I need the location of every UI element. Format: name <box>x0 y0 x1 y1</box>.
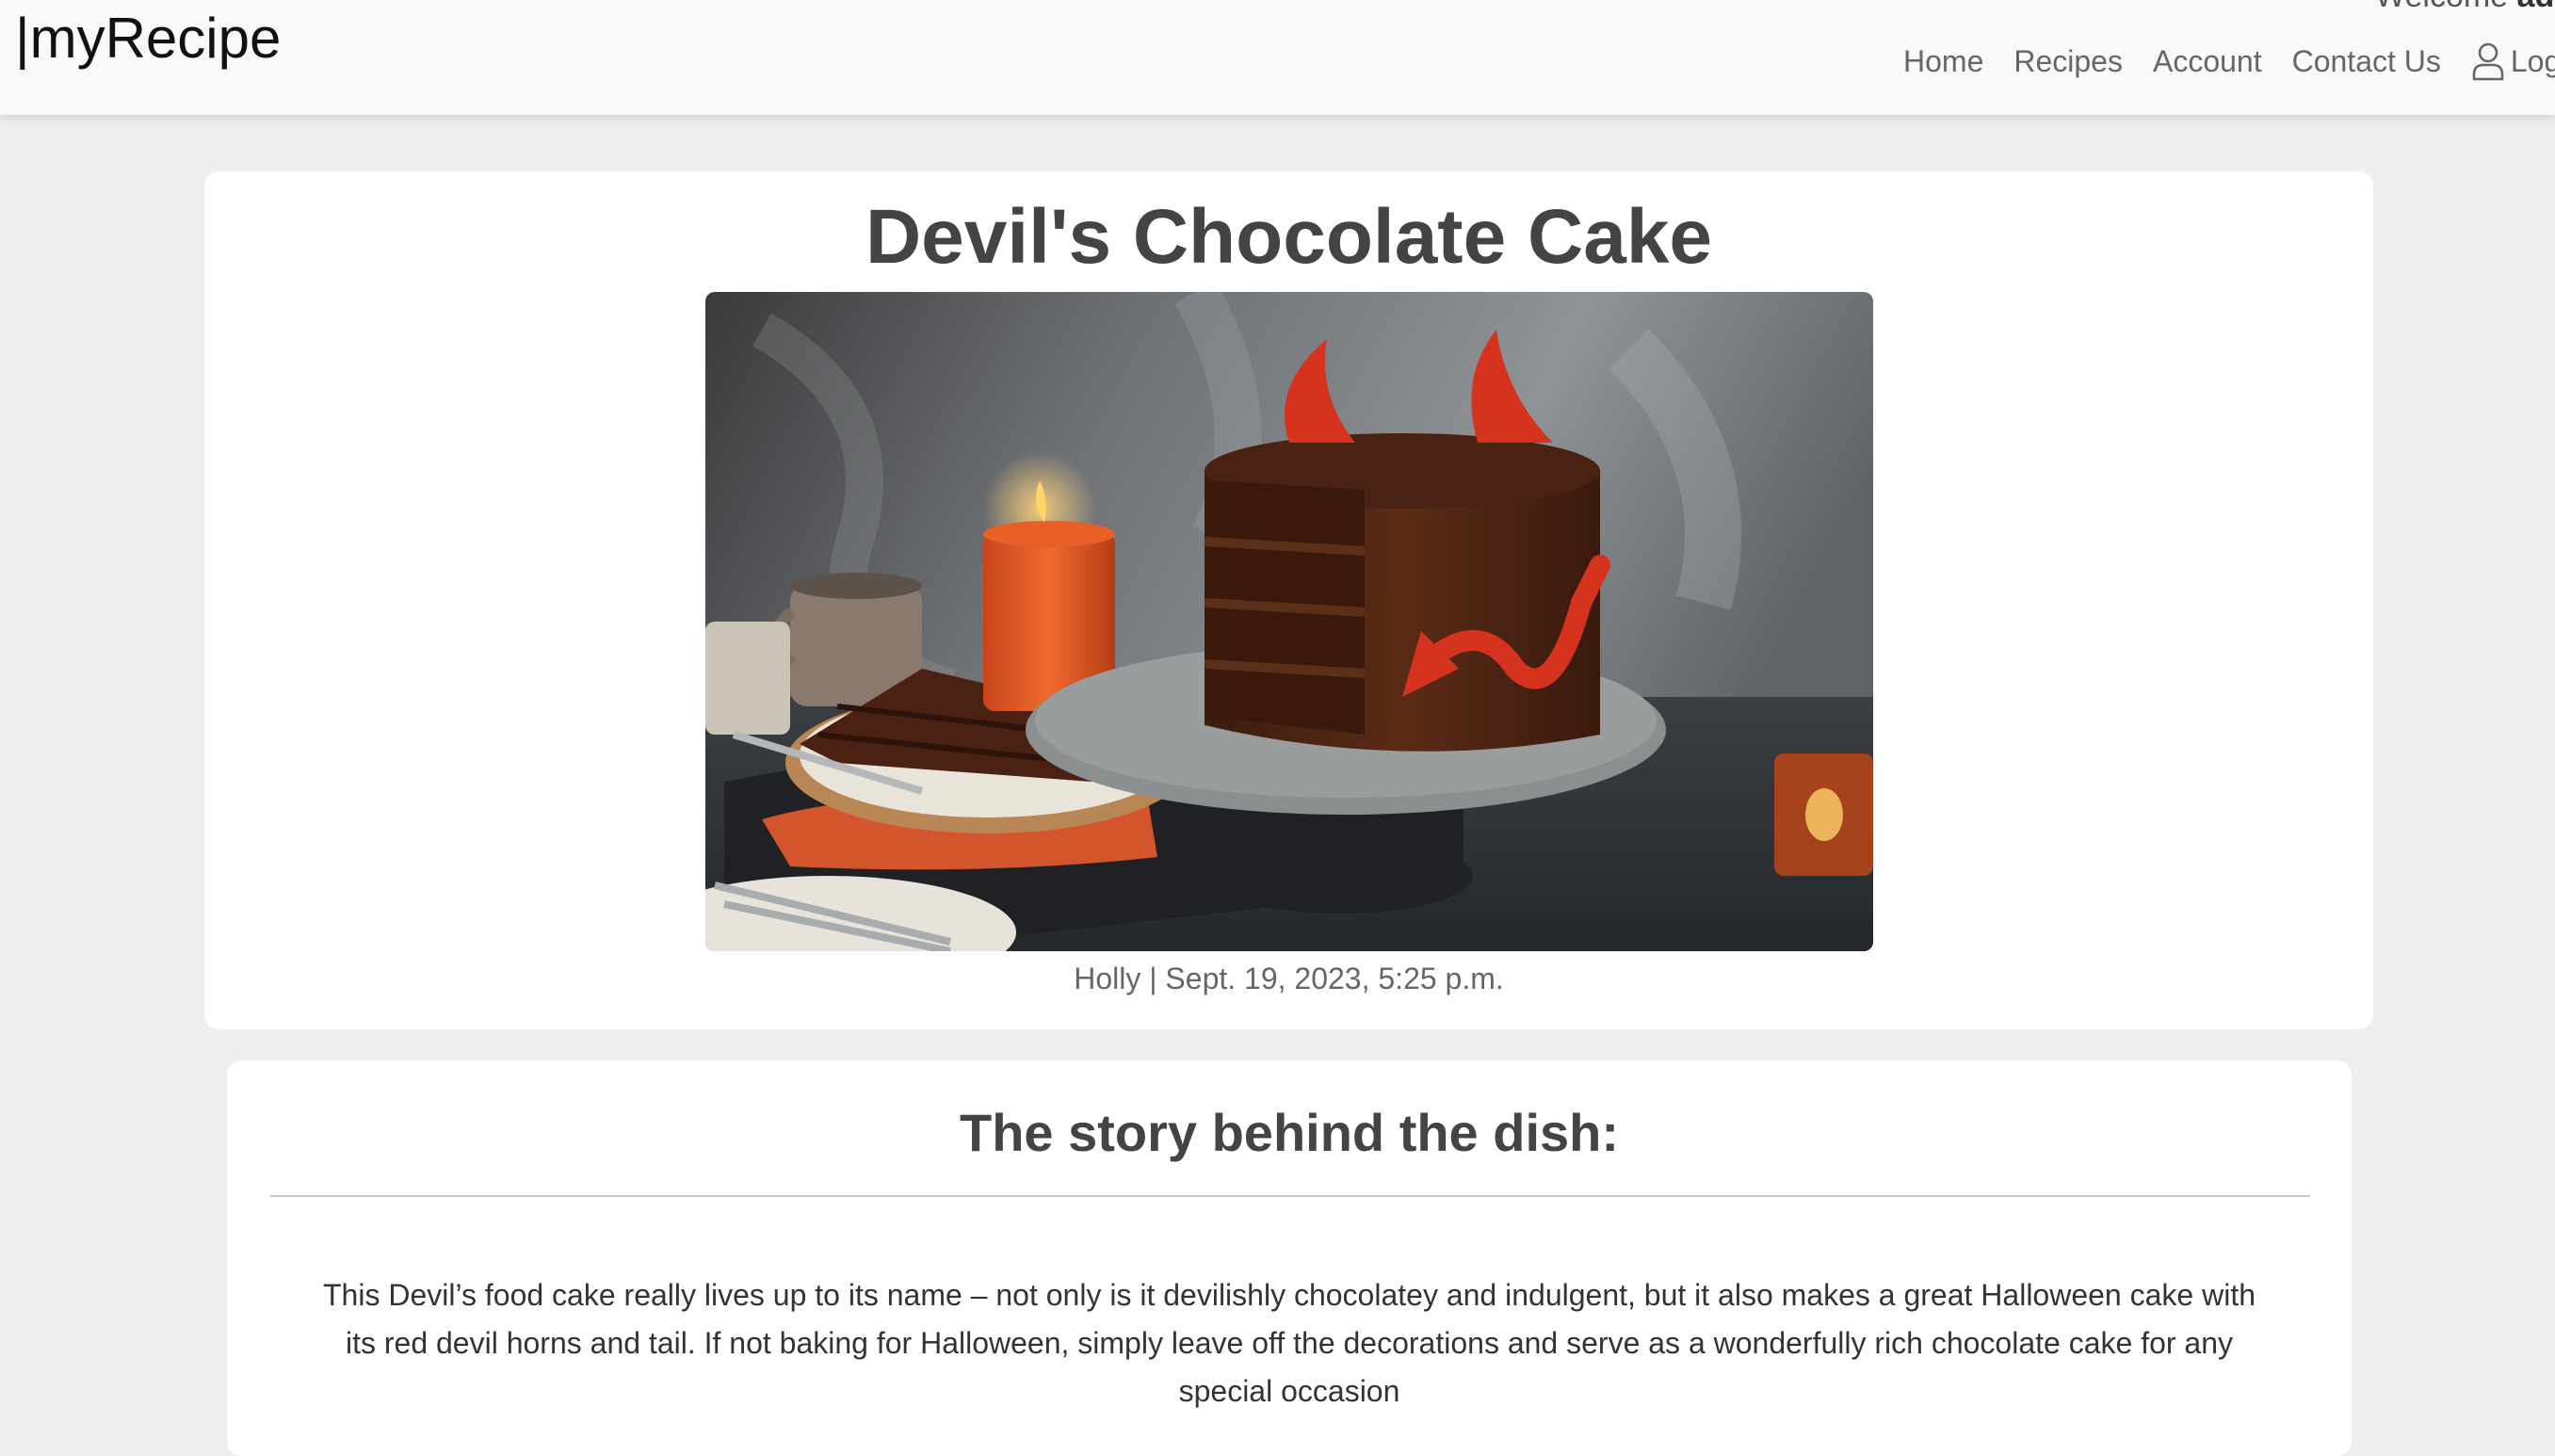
nav-recipes-link[interactable]: Recipes <box>2013 44 2123 79</box>
meta-separator: | <box>1140 962 1166 995</box>
story-card: The story behind the dish: This Devil’s … <box>227 1060 2352 1456</box>
nav-login-label: Log <box>2510 43 2555 78</box>
recipe-title: Devil's Chocolate Cake <box>865 194 1713 280</box>
recipe-date: Sept. 19, 2023, 5:25 p.m. <box>1165 962 1504 995</box>
nav-contact-link[interactable]: Contact Us <box>2292 44 2441 79</box>
nav-account-link[interactable]: Account <box>2153 44 2262 79</box>
story-body: This Devil’s food cake really lives up t… <box>322 1278 2256 1408</box>
story-divider <box>270 1195 2310 1197</box>
user-icon <box>2472 42 2504 81</box>
welcome-prefix: Welcome <box>2375 0 2517 14</box>
nav-login-link[interactable]: Log <box>2471 41 2555 81</box>
welcome-message: Welcome adm <box>2375 0 2555 15</box>
recipe-photo <box>705 292 1873 951</box>
nav-home-link[interactable]: Home <box>1903 44 1983 79</box>
story-heading: The story behind the dish: <box>959 1103 1620 1162</box>
recipe-meta: Holly | Sept. 19, 2023, 5:25 p.m. <box>204 955 2373 1002</box>
welcome-username: adm <box>2517 0 2555 14</box>
main-nav: Home Recipes Account Contact Us Log <box>1903 40 2555 83</box>
brand-logo[interactable]: |myRecipe <box>15 0 281 77</box>
recipe-author: Holly <box>1074 962 1141 995</box>
navbar: |myRecipe Welcome adm Home Recipes Accou… <box>0 0 2555 115</box>
recipe-hero-card: Devil's Chocolate Cake Holly | Sept. 19,… <box>204 171 2373 1029</box>
